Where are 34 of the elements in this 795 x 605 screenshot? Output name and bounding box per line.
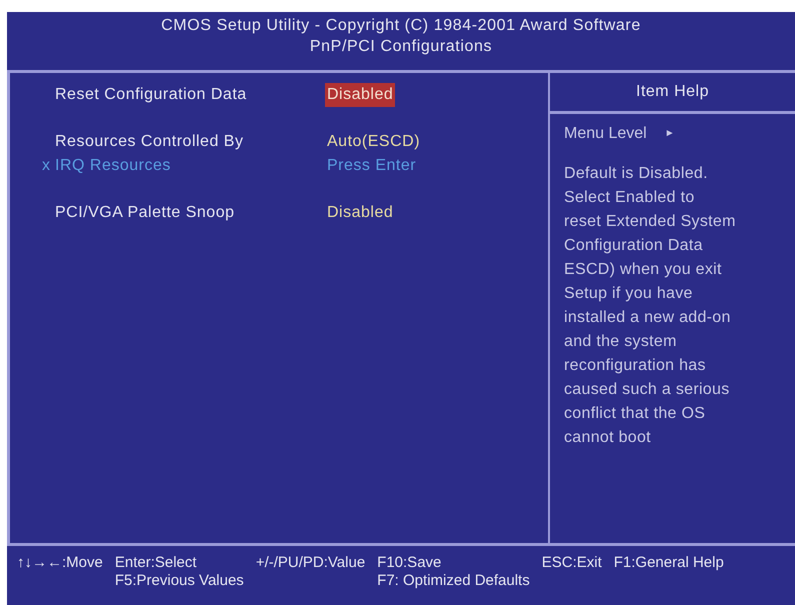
help-text-line: reconfiguration has (564, 356, 707, 376)
setting-value[interactable]: Disabled (325, 83, 396, 107)
help-text-line: installed a new add-on (564, 308, 732, 328)
key-hint: F10:Save (377, 554, 442, 572)
key-hint: Enter:Select (114, 554, 198, 572)
help-text-line: Setup if you have (564, 284, 694, 304)
key-hint: ESC:Exit (542, 554, 602, 572)
key-hint: F7: Optimized Defaults (377, 572, 530, 590)
submenu-marker: x (42, 157, 50, 174)
help-title: Item Help (550, 73, 795, 114)
key-hint: ↑↓→←:Move (17, 554, 103, 572)
setting-value[interactable]: Auto(ESCD) (325, 130, 422, 154)
window-title: CMOS Setup Utility - Copyright (C) 1984-2001 Award Software (160, 16, 642, 36)
key-hint: F5:Previous Values (114, 572, 244, 590)
help-text-line: reset Extended System (564, 212, 737, 232)
help-text-line: cannot boot (564, 428, 652, 448)
page-title: PnP/PCI Configurations (308, 37, 494, 57)
key-hint: F1:General Help (614, 554, 724, 572)
menu-level-label: Menu Level (564, 124, 647, 144)
setting-label[interactable]: IRQ Resources (55, 154, 325, 178)
help-text-line: Select Enabled to (564, 188, 696, 208)
help-text-line: caused such a serious (564, 380, 731, 400)
key-hint: +/-/PU/PD:Value (256, 554, 366, 572)
setting-label[interactable]: Reset Configuration Data (55, 83, 325, 107)
setting-value[interactable]: Disabled (325, 201, 396, 225)
setting-value[interactable]: Press Enter (325, 154, 418, 178)
menu-level-arrow: ► (664, 127, 675, 141)
help-text-line: Configuration Data (564, 236, 704, 256)
setting-label[interactable]: PCI/VGA Palette Snoop (55, 201, 325, 225)
help-text-line: Default is Disabled. (564, 164, 709, 184)
setting-label[interactable]: Resources Controlled By (55, 130, 325, 154)
help-text-line: ESCD) when you exit (564, 260, 723, 280)
help-text-line: conflict that the OS (564, 404, 706, 424)
help-text-line: and the system (564, 332, 678, 352)
